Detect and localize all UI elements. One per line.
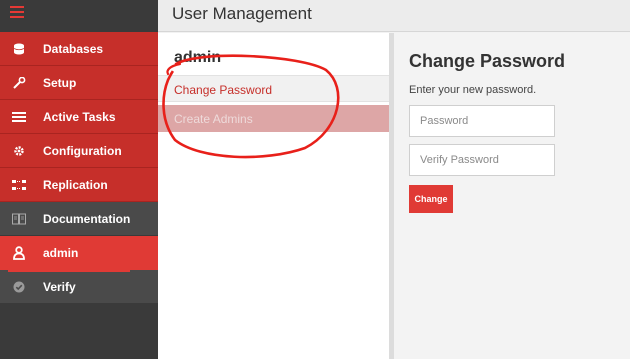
active-item-underline — [8, 270, 130, 272]
sidebar-nav: Databases Setup Active Tasks Configurati… — [0, 32, 158, 304]
sidebar-item-label: Replication — [43, 178, 108, 192]
menu-toggle-button[interactable] — [0, 0, 158, 32]
gear-icon — [12, 145, 26, 157]
replication-icon — [12, 179, 26, 191]
sidebar-item-label: Active Tasks — [43, 110, 116, 124]
password-input[interactable] — [409, 105, 555, 137]
sidebar-item-label: Configuration — [43, 144, 122, 158]
sidebar-item-documentation[interactable]: Documentation — [0, 202, 158, 236]
submenu-item-change-password[interactable]: Change Password — [158, 75, 390, 102]
check-circle-icon — [12, 281, 26, 293]
change-button[interactable]: Change — [409, 185, 453, 213]
top-bar: User Management — [158, 0, 630, 32]
verify-password-input[interactable] — [409, 144, 555, 176]
panel-instructions: Enter your new password. — [409, 84, 537, 96]
page-title: User Management — [172, 4, 312, 23]
sidebar-item-label: Documentation — [43, 212, 131, 226]
sidebar-item-verify[interactable]: Verify — [0, 270, 158, 304]
sidebar-item-databases[interactable]: Databases — [0, 32, 158, 66]
wrench-icon — [12, 77, 26, 89]
sidebar-item-admin[interactable]: admin — [0, 236, 158, 270]
sidebar-item-label: Verify — [43, 280, 76, 294]
panel-title: Change Password — [409, 51, 566, 71]
user-icon — [12, 246, 26, 260]
sidebar-item-active-tasks[interactable]: Active Tasks — [0, 100, 158, 134]
hamburger-icon — [10, 6, 24, 18]
tasks-icon — [12, 111, 26, 123]
sidebar-item-setup[interactable]: Setup — [0, 66, 158, 100]
change-password-panel: Change Password Enter your new password.… — [394, 33, 630, 359]
book-icon — [12, 213, 26, 225]
sidebar-item-label: Databases — [43, 42, 104, 56]
database-icon — [12, 43, 26, 55]
sidebar-item-label: admin — [43, 246, 79, 260]
sidebar-item-configuration[interactable]: Configuration — [0, 134, 158, 168]
submenu-title: admin — [174, 49, 222, 66]
admin-submenu: admin Change Password Create Admins — [158, 33, 390, 359]
sidebar-item-label: Setup — [43, 76, 77, 90]
sidebar: Databases Setup Active Tasks Configurati… — [0, 0, 158, 359]
submenu-item-create-admins[interactable]: Create Admins — [158, 105, 390, 132]
sidebar-item-replication[interactable]: Replication — [0, 168, 158, 202]
